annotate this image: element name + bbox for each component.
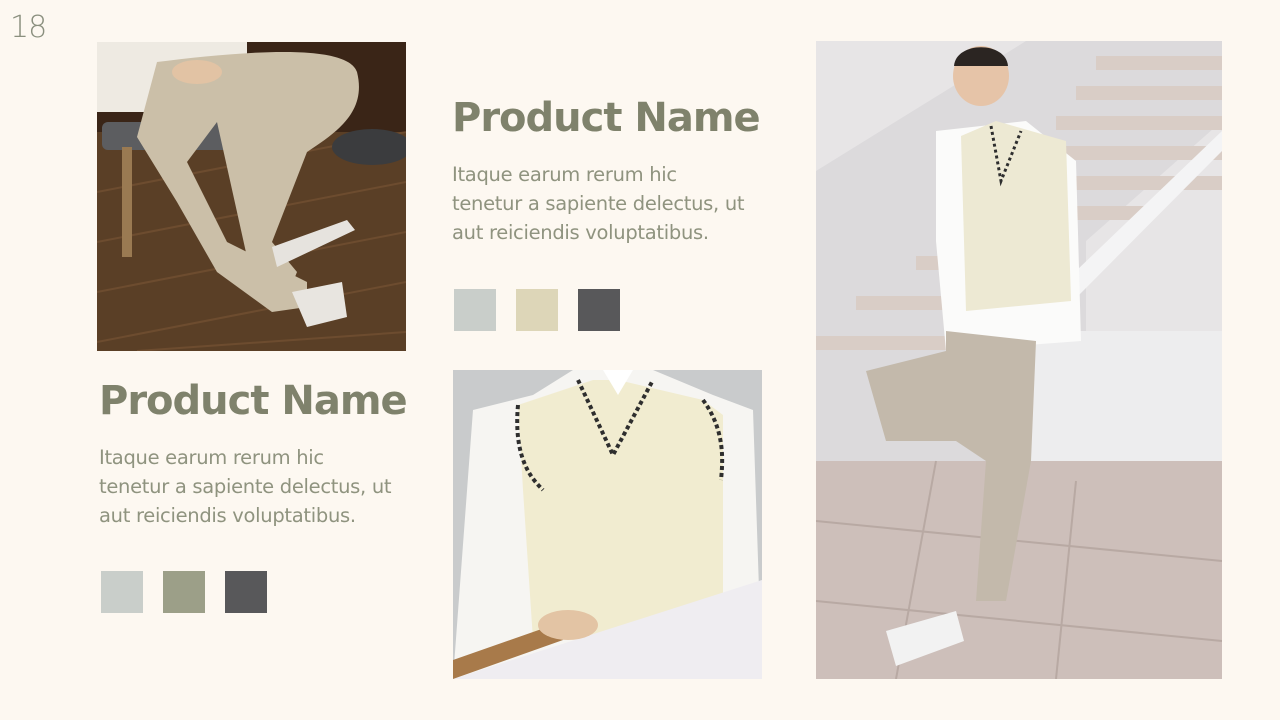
seated-model-photo xyxy=(97,42,406,351)
product-description: Itaque earum rerum hic tenetur a sapient… xyxy=(452,160,782,247)
product-description: Itaque earum rerum hic tenetur a sapient… xyxy=(99,443,429,530)
description-line: tenetur a sapiente delectus, ut xyxy=(99,475,392,498)
color-swatch xyxy=(454,289,496,331)
description-line: Itaque earum rerum hic xyxy=(452,163,677,186)
stairs-model-photo xyxy=(816,41,1222,679)
product-title: Product Name xyxy=(99,378,408,424)
description-line: aut reiciendis voluptatibus. xyxy=(99,504,356,527)
color-swatch xyxy=(101,571,143,613)
product-title: Product Name xyxy=(452,95,761,141)
page-number: 18 xyxy=(10,10,47,45)
description-line: aut reiciendis voluptatibus. xyxy=(452,221,709,244)
vest-closeup-photo xyxy=(453,370,762,679)
description-line: tenetur a sapiente delectus, ut xyxy=(452,192,745,215)
color-swatch xyxy=(225,571,267,613)
color-swatch xyxy=(578,289,620,331)
color-swatch xyxy=(516,289,558,331)
color-swatch xyxy=(163,571,205,613)
description-line: Itaque earum rerum hic xyxy=(99,446,324,469)
